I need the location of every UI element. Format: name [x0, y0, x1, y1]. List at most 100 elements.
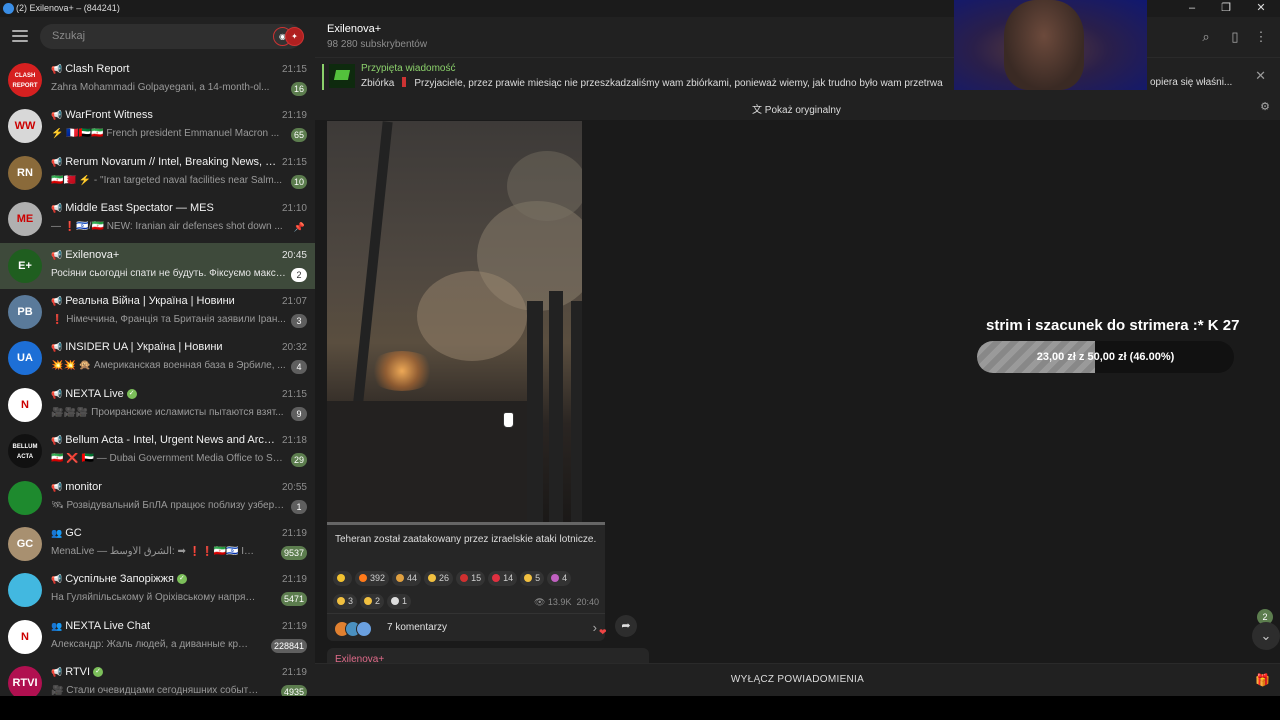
chat-name: 📢 WarFront Witness	[51, 109, 277, 121]
share-icon[interactable]: ➦	[615, 615, 637, 637]
chat-list-item[interactable]: 📢 monitor 20:55 🛰 Розвідувальний БпЛА працю…	[0, 475, 315, 521]
reaction-count: 26	[439, 573, 450, 583]
chat-list-item[interactable]: N 👥 NEXTA Live Chat 21:19 Александр: Жаль лю…	[0, 614, 315, 660]
reaction-chip[interactable]: 15	[456, 571, 486, 586]
chat-list-item[interactable]: CLASH REPORT 📢 Clash Report 21:15 Zahra Moha…	[0, 57, 315, 103]
megaphone-icon: 📢	[51, 574, 63, 585]
reaction-emoji-icon	[396, 574, 405, 582]
search-icon[interactable]: ⌕	[1198, 29, 1214, 45]
avatar	[8, 480, 42, 515]
chat-list-item[interactable]: 📢 Суспільне Запоріжжя ✓ 21:19 На Гуляйпільсь…	[0, 567, 315, 613]
reaction-emoji-icon	[359, 574, 367, 582]
scroll-down-icon[interactable]: ⌄	[1252, 622, 1280, 650]
chat-name-text: INSIDER UA | Україна | Новини	[65, 341, 223, 354]
avatar: RN	[8, 155, 42, 190]
search-input[interactable]: Szukaj ◉ ✦	[40, 24, 304, 49]
reaction-count: 1	[402, 596, 408, 606]
chat-name: 📢 Реальна Війна | Україна | Новини	[51, 295, 277, 307]
video-progress-bar[interactable]	[327, 522, 605, 525]
story-avatar-icon[interactable]: ✦	[285, 27, 304, 46]
reaction-chip[interactable]: 2	[360, 594, 385, 609]
reaction-emoji-icon	[337, 597, 345, 605]
reaction-chip[interactable]: 3	[333, 594, 358, 609]
close-button[interactable]: ✕	[1244, 0, 1278, 17]
red-flag-icon	[402, 77, 407, 87]
chat-name: 📢 monitor	[51, 481, 277, 493]
heart-icon: ❤	[599, 627, 607, 637]
reaction-chip[interactable]: 26	[424, 571, 454, 586]
video-player[interactable]	[327, 121, 605, 525]
minimize-button[interactable]: –	[1175, 0, 1209, 17]
chat-time: 21:19	[281, 527, 307, 539]
video-pole	[527, 301, 543, 525]
chat-list-item[interactable]: RTVI 📢 RTVI ✓ 21:19 🎥 Стали очевидцами сегодн…	[0, 660, 315, 696]
chat-list-item[interactable]: RN 📢 Rerum Novarum // Intel, Breaking News…	[0, 150, 315, 196]
chat-list-item[interactable]: GC 👥 GC 21:19 MenaLive — الشرق الأوسط: ➡ ❗❗🇮…	[0, 521, 315, 567]
reaction-chip[interactable]: 392	[355, 571, 390, 586]
close-pinned-icon[interactable]: ✕	[1255, 68, 1266, 84]
gift-icon[interactable]: 🎁	[1255, 673, 1270, 687]
megaphone-icon: 📢	[51, 110, 63, 121]
donation-title-text: strim i szacunek do strimera :*	[986, 317, 1204, 334]
donation-progress-text: 23,00 zł z 50,00 zł (46.00%)	[1036, 351, 1175, 363]
chat-name: 👥 GC	[51, 527, 277, 539]
chat-preview: ⚡ 🇫🇷🇦🇪🇮🇷 French president Emmanuel Macro…	[51, 128, 280, 140]
search-placeholder: Szukaj	[52, 30, 86, 42]
unread-badge: 4935	[280, 685, 307, 696]
megaphone-icon: 📢	[51, 342, 63, 353]
reaction-chip[interactable]	[333, 571, 352, 586]
reaction-chip[interactable]: 14	[488, 571, 518, 586]
chat-name-text: WarFront Witness	[65, 109, 153, 122]
telegram-app-icon	[3, 3, 14, 14]
chat-list: CLASH REPORT 📢 Clash Report 21:15 Zahra Moha…	[0, 57, 315, 696]
reaction-chip[interactable]: 44	[392, 571, 422, 586]
mute-notifications-button[interactable]: WYŁĄCZ POWIADOMIENIA	[315, 674, 1280, 685]
chat-preview: 💥💥 🙊 Американская военная база в Эрбиле,…	[51, 360, 286, 372]
k-logo-icon: K	[1207, 317, 1219, 334]
comments-button[interactable]: 7 komentarzy ›	[327, 613, 605, 641]
chat-time: 20:55	[281, 481, 307, 493]
window-title: (2) Exilenova+ – (844241)	[16, 3, 120, 13]
unread-badge: 65	[290, 128, 307, 143]
reaction-count: 44	[407, 573, 418, 583]
chat-preview: 🛰 Розвідувальний БпЛА працює поблизу узб…	[51, 499, 286, 511]
chat-preview: Zahra Mohammadi Golpayegani, a 14-month-…	[51, 82, 270, 93]
megaphone-icon: 📢	[51, 156, 63, 167]
avatar: UA	[8, 341, 42, 376]
more-vertical-icon[interactable]: ⋮	[1253, 29, 1269, 45]
chat-list-item[interactable]: UA 📢 INSIDER UA | Україна | Новини 20:32 💥💥 …	[0, 335, 315, 381]
chat-list-item[interactable]: E+ 📢 Exilenova+ 20:45 Росіяни сьогодні спати…	[0, 242, 315, 289]
post-time: 20:40	[576, 597, 599, 607]
group-icon: 👥	[51, 620, 63, 631]
translate-settings-icon[interactable]: ⚙	[1260, 100, 1270, 113]
chat-name: 📢 Rerum Novarum // Intel, Breaking News, …	[51, 156, 277, 168]
reaction-chip[interactable]: 4	[547, 571, 572, 586]
avatar: N	[8, 619, 42, 654]
chat-preview: MenaLive — الشرق الأوسط: ➡ ❗❗🇮🇷🇮🇱 Impact…	[51, 545, 262, 557]
chat-name: 📢 NEXTA Live ✓	[51, 388, 277, 400]
reaction-chip[interactable]: 5	[520, 571, 545, 586]
megaphone-icon: 📢	[51, 667, 63, 678]
chat-name: 📢 Middle East Spectator — MES	[51, 202, 277, 214]
chat-time: 20:32	[281, 342, 307, 354]
reaction-count: 2	[375, 596, 381, 606]
verified-icon: ✓	[176, 574, 187, 585]
chat-list-item[interactable]: WW 📢 WarFront Witness 21:19 ⚡ 🇫🇷🇦🇪🇮🇷 French …	[0, 103, 315, 149]
hamburger-menu-icon[interactable]	[12, 30, 28, 42]
maximize-button[interactable]: ❐	[1209, 0, 1243, 17]
unread-badge: 5471	[280, 592, 307, 607]
chat-preview: 🇮🇷 ❌ 🇦🇪 — Dubai Government Media Office …	[51, 453, 286, 465]
chat-time: 21:07	[281, 295, 307, 307]
chat-time: 21:15	[281, 388, 307, 400]
donation-title: strim i szacunek do strimera :* K 27	[986, 317, 1239, 334]
chat-preview: 🎥🎥🎥 Проиранские исламисты пытаются взят.…	[51, 406, 284, 418]
chat-list-item[interactable]: РВ 📢 Реальна Війна | Україна | Новини 21:07…	[0, 289, 315, 335]
reaction-chip[interactable]: 1	[387, 594, 412, 609]
chat-list-item[interactable]: N 📢 NEXTA Live ✓ 21:15 🎥🎥🎥 Проиранские ислами…	[0, 382, 315, 428]
chat-list-item[interactable]: ME 📢 Middle East Spectator — MES 21:10 — ❗🇮🇱…	[0, 196, 315, 242]
columns-icon[interactable]: ▯	[1227, 29, 1243, 45]
show-original-button[interactable]: 文 Pokaż oryginalny	[752, 101, 841, 116]
channel-name: Exilenova+	[327, 23, 382, 35]
chat-list-item[interactable]: BELLUM ACTA 📢 Bellum Acta - Intel, Urgent …	[0, 428, 315, 474]
chat-name: 📢 Bellum Acta - Intel, Urgent News and Ar…	[51, 434, 277, 446]
